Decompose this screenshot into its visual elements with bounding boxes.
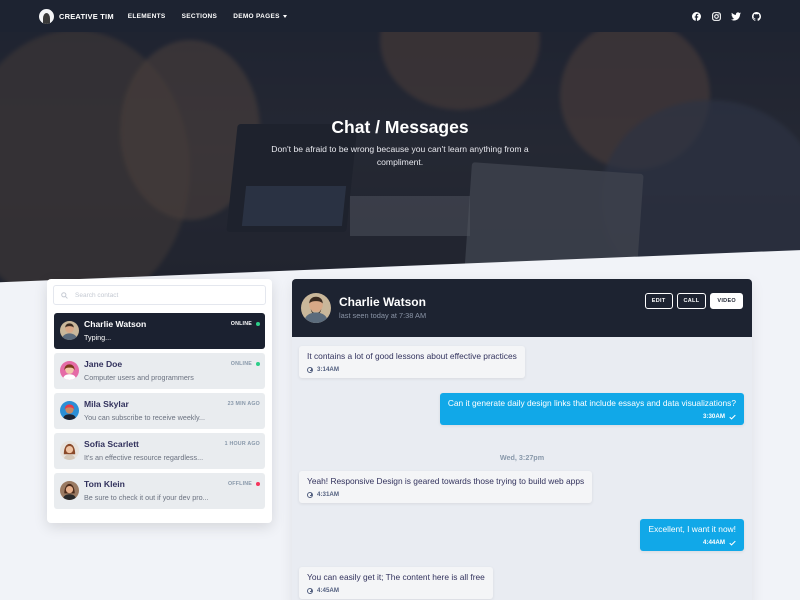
check-icon — [729, 540, 736, 546]
message-text: You can easily get it; The content here … — [307, 572, 485, 582]
avatar — [60, 481, 79, 500]
message-time: 3:30AM — [448, 413, 736, 420]
chat-panel: Charlie Watson last seen today at 7:38 A… — [292, 279, 752, 600]
avatar — [60, 361, 79, 380]
message-time: 4:44AM — [648, 539, 736, 546]
online-dot — [256, 322, 260, 326]
status-badge: 1 HOUR AGO — [224, 441, 260, 447]
status-badge: ONLINE — [231, 361, 260, 367]
twitter-icon[interactable] — [731, 11, 741, 21]
message-time: 4:45AM — [307, 587, 485, 594]
instagram-icon[interactable] — [711, 11, 721, 21]
contact-item-mila-skylar[interactable]: Mila Skylar You can subscribe to receive… — [54, 393, 265, 429]
call-button[interactable]: CALL — [676, 293, 707, 309]
nav-links: ELEMENTS SECTIONS DEMO PAGES — [128, 13, 287, 20]
contact-preview: It's an effective resource regardless... — [84, 453, 204, 462]
avatar — [60, 321, 79, 340]
contact-preview: Be sure to check it out if your dev pro.… — [84, 493, 209, 502]
message-incoming: Yeah! Responsive Design is geared toward… — [299, 471, 593, 503]
contact-item-sofia-scarlett[interactable]: Sofia Scarlett It's an effective resourc… — [54, 433, 265, 469]
message-text: Excellent, I want it now! — [648, 524, 736, 534]
search-input[interactable] — [75, 291, 255, 299]
facebook-icon[interactable] — [691, 11, 701, 21]
avatar — [60, 401, 79, 420]
edit-button[interactable]: EDIT — [644, 293, 673, 309]
caret-down-icon — [282, 14, 287, 18]
search-box — [53, 285, 266, 305]
message-text: Can it generate daily design links that … — [447, 398, 736, 408]
online-dot — [256, 362, 260, 366]
brand-logo — [39, 8, 54, 24]
chat-header: Charlie Watson last seen today at 7:38 A… — [292, 279, 752, 337]
nav-link-demo-pages[interactable]: DEMO PAGES — [233, 13, 287, 20]
message-outgoing: Can it generate daily design links that … — [439, 393, 744, 425]
message-text: Yeah! Responsive Design is geared toward… — [307, 476, 585, 486]
offline-dot — [256, 482, 260, 486]
clock-icon — [307, 491, 313, 498]
message-time: 4:31AM — [307, 491, 584, 498]
brand-name: CREATIVE TIM — [59, 11, 114, 21]
status-badge: ONLINE — [231, 321, 260, 327]
clock-icon — [307, 366, 313, 373]
last-seen-text: last seen today at 7:38 AM — [339, 311, 427, 320]
message-incoming: It contains a lot of good lessons about … — [299, 346, 525, 378]
contact-preview: You can subscribe to receive weekly... — [84, 413, 206, 422]
chat-contact-name: Charlie Watson — [339, 295, 426, 309]
message-time: 3:14AM — [307, 366, 517, 373]
contact-preview: Typing... — [84, 333, 112, 342]
contact-preview: Computer users and programmers — [84, 373, 194, 382]
message-text: It contains a lot of good lessons about … — [307, 351, 517, 361]
brand-link[interactable]: CREATIVE TIM — [39, 8, 114, 24]
search-icon — [61, 291, 68, 299]
social-icons — [691, 11, 761, 21]
chat-actions: EDIT CALL VIDEO — [644, 293, 743, 309]
page-title: Chat / Messages — [331, 117, 469, 137]
contact-item-charlie-watson[interactable]: Charlie Watson Typing... ONLINE — [54, 313, 265, 349]
message-outgoing: Excellent, I want it now! 4:44AM — [640, 519, 744, 551]
avatar — [60, 441, 79, 460]
video-button[interactable]: VIDEO — [710, 293, 743, 309]
nav-link-sections[interactable]: SECTIONS — [182, 13, 218, 20]
nav-link-elements[interactable]: ELEMENTS — [128, 13, 166, 20]
contact-item-tom-klein[interactable]: Tom Klein Be sure to check it out if you… — [54, 473, 265, 509]
check-icon — [729, 414, 736, 420]
status-badge: OFFLINE — [228, 481, 260, 487]
page-subtitle: Don't be afraid to be wrong because you … — [271, 144, 529, 167]
message-incoming: You can easily get it; The content here … — [299, 567, 493, 599]
avatar — [301, 293, 331, 323]
clock-icon — [307, 587, 313, 594]
contact-list-card: Charlie Watson Typing... ONLINE Jane Doe… — [47, 279, 272, 523]
top-navbar: CREATIVE TIM ELEMENTS SECTIONS DEMO PAGE… — [0, 0, 800, 32]
github-icon[interactable] — [751, 11, 761, 21]
date-divider: Wed, 3:27pm — [499, 453, 545, 462]
status-badge: 23 MIN AGO — [227, 401, 260, 407]
contact-item-jane-doe[interactable]: Jane Doe Computer users and programmers … — [54, 353, 265, 389]
